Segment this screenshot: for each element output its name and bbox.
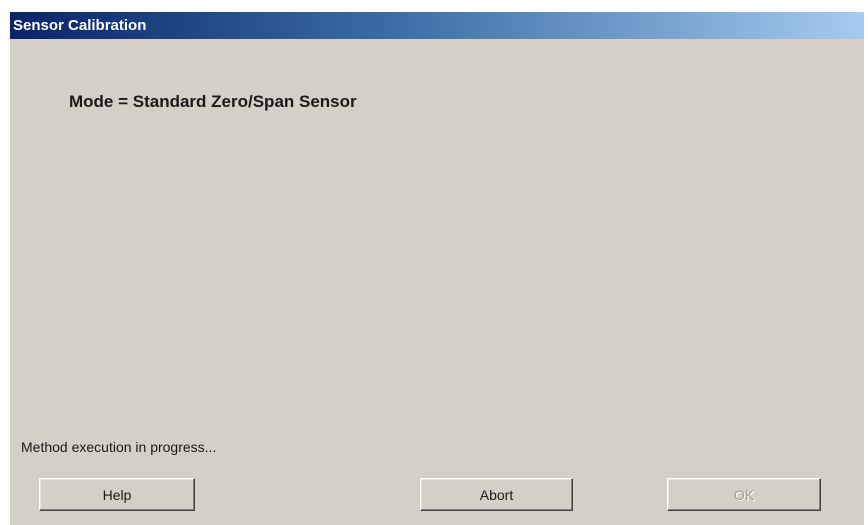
window-title: Sensor Calibration (13, 17, 147, 34)
status-message: Method execution in progress... (21, 439, 217, 455)
mode-label: Mode = Standard Zero/Span Sensor (69, 92, 357, 111)
abort-button[interactable]: Abort (420, 478, 573, 511)
sensor-calibration-dialog: Sensor Calibration Mode = Standard Zero/… (9, 11, 864, 525)
ok-button: OK (667, 478, 821, 511)
help-button[interactable]: Help (39, 478, 195, 511)
title-bar[interactable]: Sensor Calibration (10, 12, 864, 39)
